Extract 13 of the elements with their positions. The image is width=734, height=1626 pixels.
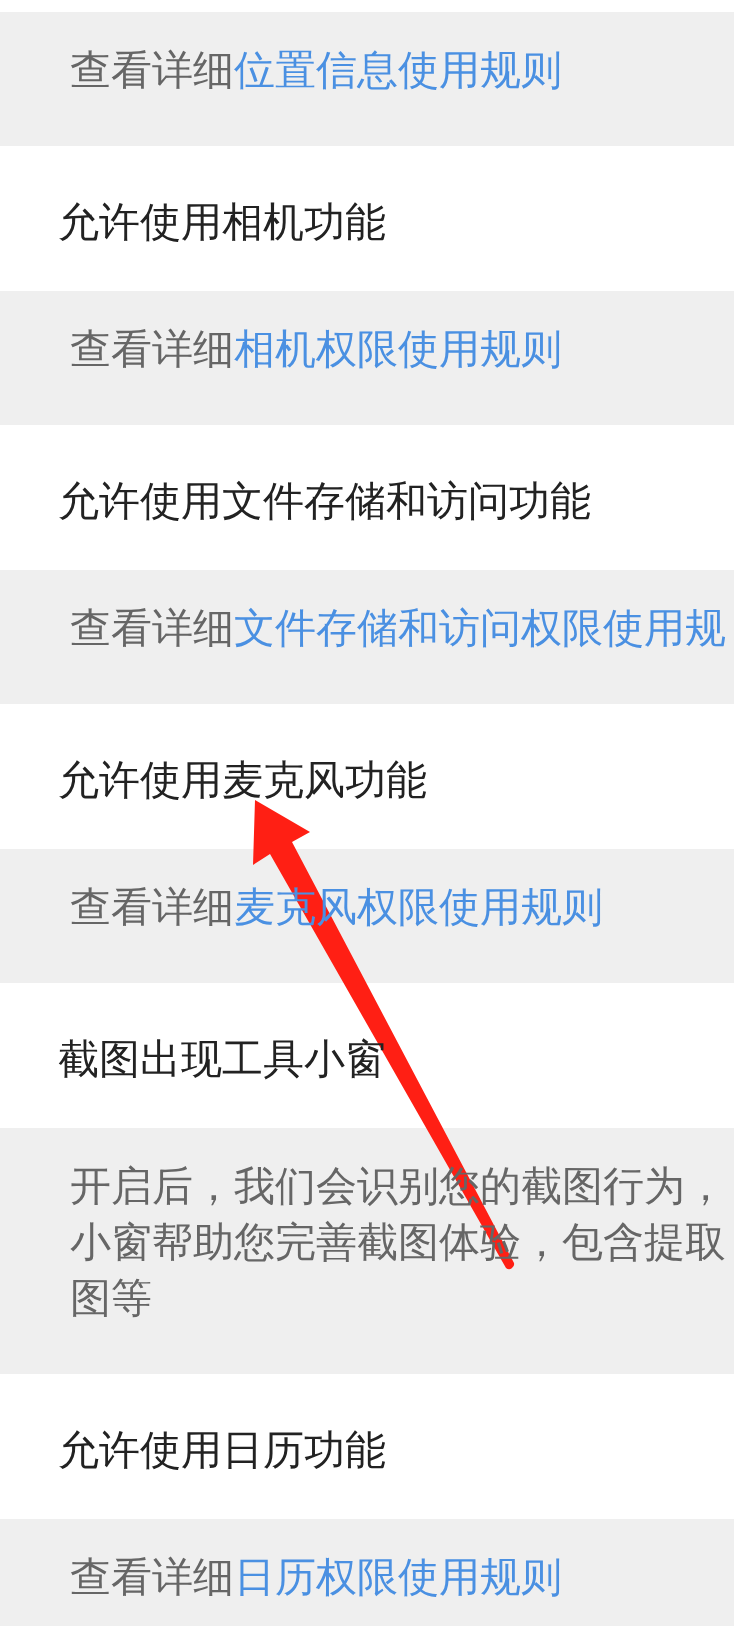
setting-label: 截图出现工具小窗 bbox=[58, 1037, 386, 1081]
detail-text: 查看详细位置信息使用规则 bbox=[70, 45, 562, 96]
rules-link[interactable]: 相机权限使用规则 bbox=[234, 325, 562, 373]
setting-label: 允许使用麦克风功能 bbox=[58, 758, 427, 802]
rules-link[interactable]: 文件存储和访问权限使用规 bbox=[234, 604, 726, 652]
detail-text: 查看详细相机权限使用规则 bbox=[70, 324, 562, 375]
detail-text: 查看详细文件存储和访问权限使用规 bbox=[70, 603, 726, 654]
rules-link[interactable]: 日历权限使用规则 bbox=[234, 1553, 562, 1601]
setting-label: 允许使用相机功能 bbox=[58, 200, 386, 244]
setting-label: 允许使用日历功能 bbox=[58, 1428, 386, 1472]
rules-link[interactable]: 位置信息使用规则 bbox=[234, 46, 562, 94]
setting-label: 允许使用文件存储和访问功能 bbox=[58, 479, 591, 523]
detail-text: 查看详细 日历权限使用规则 bbox=[70, 1552, 562, 1603]
